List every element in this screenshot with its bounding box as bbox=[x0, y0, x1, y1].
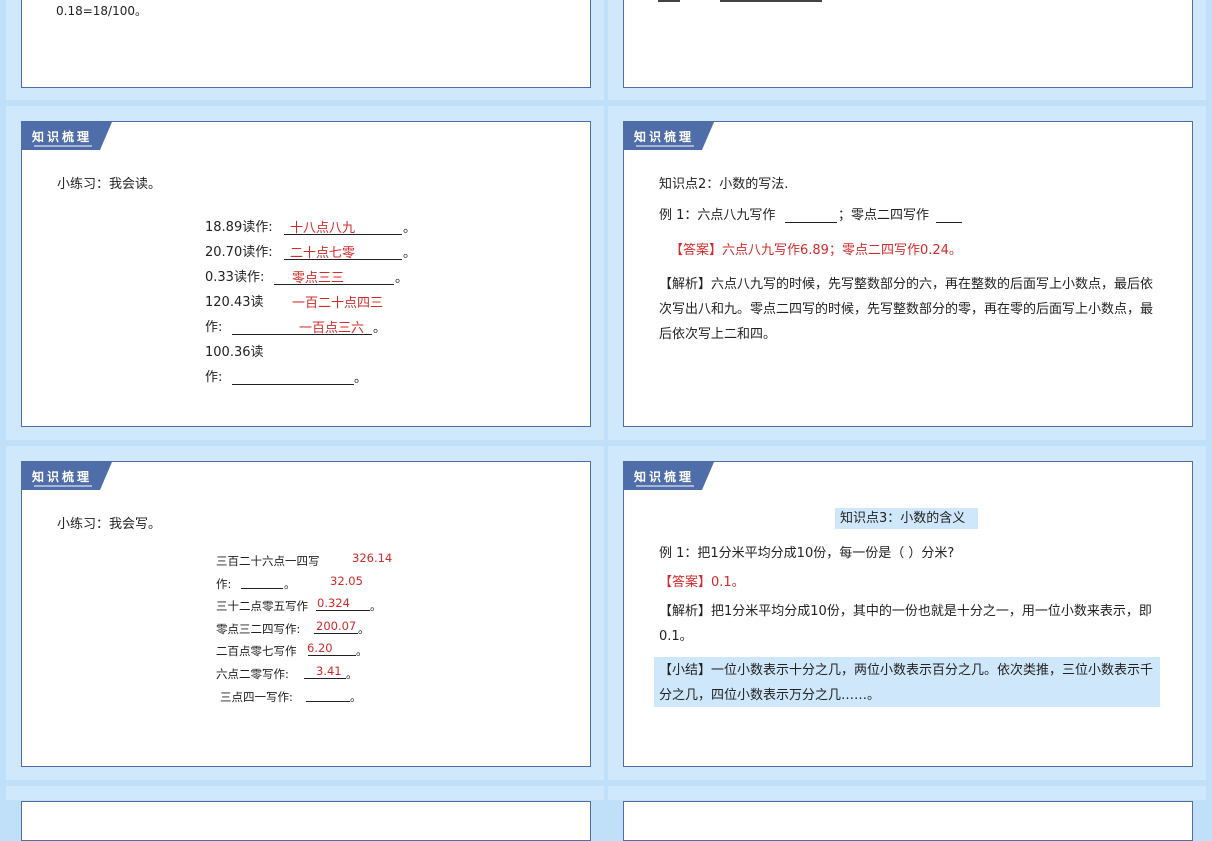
answer-text: 326.14 bbox=[352, 551, 393, 565]
knowledge-point-heading: 知识点3：小数的含义 bbox=[840, 511, 966, 526]
summary-text: 【小结】一位小数表示十分之几，两位小数表示百分之几。依次类推，三位小数表示千分之… bbox=[659, 663, 1154, 703]
answer-text: 一百点三六 bbox=[299, 321, 365, 336]
period: 。 bbox=[395, 271, 409, 286]
exercise-line: 18.89读作: bbox=[205, 220, 273, 235]
period: 。 bbox=[284, 577, 296, 591]
period: 。 bbox=[403, 246, 417, 261]
slide-thumbnail[interactable]: 0.18=18/100。 bbox=[21, 0, 591, 88]
slide-text: 0.18=18/100。 bbox=[56, 4, 147, 18]
answer-text: 200.07 bbox=[316, 619, 357, 633]
answer-text: 十八点八九 bbox=[290, 221, 356, 236]
exercise-line: 二百点零七写作 bbox=[216, 644, 297, 658]
answer-blank bbox=[232, 370, 354, 385]
analysis-text: 【解析】把1分米平均分成10份，其中的一份也就是十分之一，用一位小数来表示，即0… bbox=[659, 604, 1152, 644]
knowledge-point-title: 知识点2：小数的写法. bbox=[659, 177, 789, 192]
answer-blank bbox=[241, 574, 283, 589]
answer-text: 6.20 bbox=[307, 641, 333, 655]
section-tag: 知识梳理 bbox=[624, 122, 714, 150]
slide-thumbnail[interactable] bbox=[623, 0, 1193, 88]
exercise-line: 0.33读作: bbox=[205, 270, 265, 285]
answer-text: 3.41 bbox=[316, 664, 342, 678]
slide-thumbnail[interactable]: 知识梳理 知识点2：小数的写法. 例 1：六点八九写作 ；零点二四写作 【答案】… bbox=[623, 121, 1193, 427]
clipped-text-fragment bbox=[720, 0, 822, 2]
answer-blank bbox=[785, 208, 837, 223]
exercise-line: 三十二点零五写作 bbox=[216, 599, 308, 613]
slide-thumbnail[interactable] bbox=[21, 801, 591, 841]
tag-label: 知识梳理 bbox=[634, 470, 695, 484]
answer-text: 【答案】0.1。 bbox=[659, 575, 745, 590]
exercise-line: 作: bbox=[205, 370, 223, 385]
example-text: 例 1：把1分米平均分成10份，每一份是（ ）分米? bbox=[659, 546, 955, 561]
analysis-text: 【解析】六点八九写的时候，先写整数部分的六，再在整数的后面写上小数点，最后依次写… bbox=[659, 277, 1154, 342]
exercise-line: 三点四一写作: bbox=[220, 690, 293, 704]
answer-text: 32.05 bbox=[330, 574, 363, 588]
example-text: 例 1：六点八九写作 bbox=[659, 208, 776, 223]
period: 。 bbox=[403, 221, 417, 236]
answer-text: 一百二十点四三 bbox=[292, 296, 384, 311]
grid-cell bbox=[6, 786, 604, 800]
slide-thumbnail[interactable]: 知识梳理 小练习：我会写。 三百二十六点一四写 326.14 作: 。 32.0… bbox=[21, 461, 591, 767]
exercise-line: 120.43读 bbox=[205, 295, 264, 310]
answer-text: 【答案】六点八九写作6.89；零点二四写作0.24。 bbox=[670, 243, 962, 258]
tag-label: 知识梳理 bbox=[634, 130, 695, 144]
answer-blank bbox=[306, 687, 350, 702]
period: 。 bbox=[358, 622, 370, 636]
exercise-line: 三百二十六点一四写 bbox=[216, 554, 320, 568]
section-tag: 知识梳理 bbox=[22, 122, 112, 150]
exercise-line: 六点二零写作: bbox=[216, 667, 289, 681]
period: 。 bbox=[354, 371, 368, 386]
answer-text: 二十点七零 bbox=[290, 246, 356, 261]
example-text: ；零点二四写作 bbox=[838, 208, 930, 223]
slide-thumbnail[interactable]: 知识梳理 小练习：我会读。 18.89读作: 。 十八点八九 20.70读作: … bbox=[21, 121, 591, 427]
clipped-text-fragment bbox=[658, 0, 680, 2]
period: 。 bbox=[370, 599, 382, 613]
tag-label: 知识梳理 bbox=[32, 130, 93, 144]
section-tag: 知识梳理 bbox=[624, 462, 714, 490]
exercise-line: 作: bbox=[205, 320, 223, 335]
answer-text: 零点三三 bbox=[292, 271, 345, 286]
exercise-title: 小练习：我会写。 bbox=[57, 517, 162, 532]
exercise-line: 20.70读作: bbox=[205, 245, 273, 260]
exercise-title: 小练习：我会读。 bbox=[57, 177, 162, 192]
section-tag: 知识梳理 bbox=[22, 462, 112, 490]
period: 。 bbox=[373, 321, 387, 336]
tag-label: 知识梳理 bbox=[32, 470, 93, 484]
period: 。 bbox=[356, 644, 368, 658]
period: 。 bbox=[350, 690, 362, 704]
exercise-line: 100.36读 bbox=[205, 345, 264, 360]
exercise-line: 作: bbox=[216, 577, 232, 591]
answer-text: 0.324 bbox=[317, 596, 350, 610]
slide-thumbnail[interactable] bbox=[623, 801, 1193, 841]
slide-thumbnail[interactable]: 知识梳理 知识点3：小数的含义 例 1：把1分米平均分成10份，每一份是（ ）分… bbox=[623, 461, 1193, 767]
exercise-line: 零点三二四写作: bbox=[216, 622, 301, 636]
period: 。 bbox=[346, 667, 358, 681]
answer-blank bbox=[936, 208, 962, 223]
grid-cell bbox=[608, 786, 1206, 800]
